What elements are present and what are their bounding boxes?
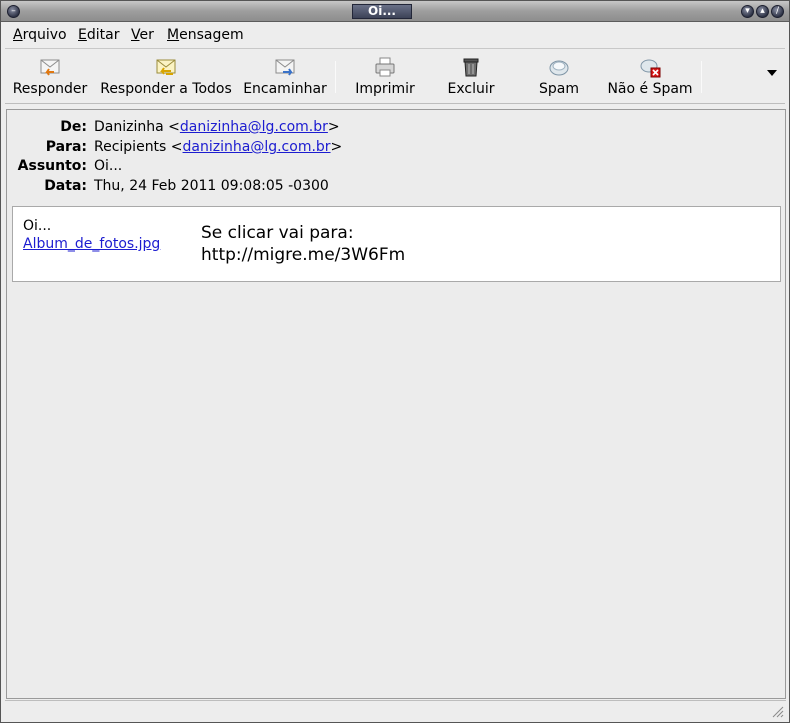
menu-bar: Arquivo Editar Ver Mensagem (5, 23, 785, 47)
reply-all-label: Responder a Todos (100, 81, 232, 97)
maximize-button[interactable]: ▴ (756, 5, 769, 18)
menu-editar[interactable]: Editar (78, 27, 119, 43)
menu-ver-mnemonic: V (131, 27, 140, 43)
menu-mensagem-label: ensagem (179, 27, 244, 43)
reply-button[interactable]: Responder (9, 55, 91, 101)
to-email-link[interactable]: danizinha@lg.com.br (183, 139, 331, 155)
reply-label: Responder (12, 81, 88, 97)
window-menu-button[interactable]: – (7, 5, 20, 18)
resize-grip-icon[interactable] (770, 704, 784, 718)
menu-arquivo-label: rquivo (22, 27, 67, 43)
spam-icon (549, 60, 569, 76)
printer-icon (375, 57, 395, 77)
toolbar-separator (335, 61, 336, 93)
menu-editar-label: ditar (86, 27, 120, 43)
to-value: Recipients <danizinha@lg.com.br> (94, 139, 342, 155)
window-title: Oi... (352, 4, 412, 19)
menu-mensagem-mnemonic: M (167, 27, 180, 43)
mail-reply-all-icon (156, 59, 176, 75)
body-line-1: Se clicar vai para: (201, 223, 354, 243)
forward-button[interactable]: Encaminhar (243, 55, 327, 101)
menu-ver[interactable]: Ver (131, 27, 154, 43)
from-email-link[interactable]: danizinha@lg.com.br (180, 119, 328, 135)
subject-key: Assunto: (17, 158, 87, 174)
to-name: Recipients < (94, 139, 183, 155)
close-icon: / (775, 6, 780, 16)
message-pane: De: Danizinha <danizinha@lg.com.br> Para… (6, 109, 786, 699)
body-greeting: Oi... (23, 218, 52, 234)
mail-forward-icon (275, 59, 295, 76)
body-line-2: http://migre.me/3W6Fm (201, 245, 406, 265)
not-spam-label: Não é Spam (607, 81, 693, 97)
menu-ver-label: er (139, 27, 154, 43)
status-bar (5, 700, 786, 720)
subject-value: Oi... (94, 158, 123, 174)
reply-all-button[interactable]: Responder a Todos (97, 55, 235, 101)
print-button[interactable]: Imprimir (353, 55, 417, 101)
mail-window: – Oi... ▾ ▴ / Arquivo Editar Ver Mensage… (0, 0, 790, 723)
message-body: Oi... Album_de_fotos.jpg Se clicar vai p… (12, 206, 781, 282)
not-spam-icon (640, 59, 661, 78)
forward-label: Encaminhar (243, 81, 327, 97)
from-value: Danizinha <danizinha@lg.com.br> (94, 119, 340, 135)
from-key: De: (60, 119, 87, 135)
chevron-up-icon: ▴ (760, 6, 765, 16)
attachment-link[interactable]: Album_de_fotos.jpg (23, 236, 160, 252)
toolbar-overflow-icon[interactable] (767, 70, 777, 76)
from-close: > (327, 119, 340, 135)
title-bar: – Oi... ▾ ▴ / (1, 1, 789, 22)
menu-arquivo-mnemonic: A (13, 27, 23, 43)
delete-button[interactable]: Excluir (441, 55, 501, 101)
toolbar-separator (701, 61, 702, 93)
delete-label: Excluir (447, 81, 495, 97)
menu-arquivo[interactable]: Arquivo (13, 27, 67, 43)
minimize-button[interactable]: ▾ (741, 5, 754, 18)
spam-button[interactable]: Spam (531, 55, 587, 101)
from-name: Danizinha < (94, 119, 180, 135)
date-value: Thu, 24 Feb 2011 09:08:05 -0300 (94, 178, 329, 194)
spam-label: Spam (539, 81, 579, 97)
trash-icon (463, 58, 479, 77)
mail-reply-icon (40, 59, 60, 76)
chevron-down-icon: ▾ (745, 6, 750, 16)
to-key: Para: (45, 139, 87, 155)
close-button[interactable]: / (771, 5, 784, 18)
print-label: Imprimir (355, 81, 415, 97)
body-message: Se clicar vai para: http://migre.me/3W6F… (201, 222, 405, 266)
menu-mensagem[interactable]: Mensagem (167, 27, 244, 43)
toolbar: Responder Responder a Todos Encaminhar I… (5, 48, 785, 104)
minus-icon: – (11, 6, 16, 16)
not-spam-button[interactable]: Não é Spam (605, 55, 695, 101)
date-key: Data: (44, 178, 87, 194)
menu-editar-mnemonic: E (78, 27, 87, 43)
to-close: > (330, 139, 343, 155)
